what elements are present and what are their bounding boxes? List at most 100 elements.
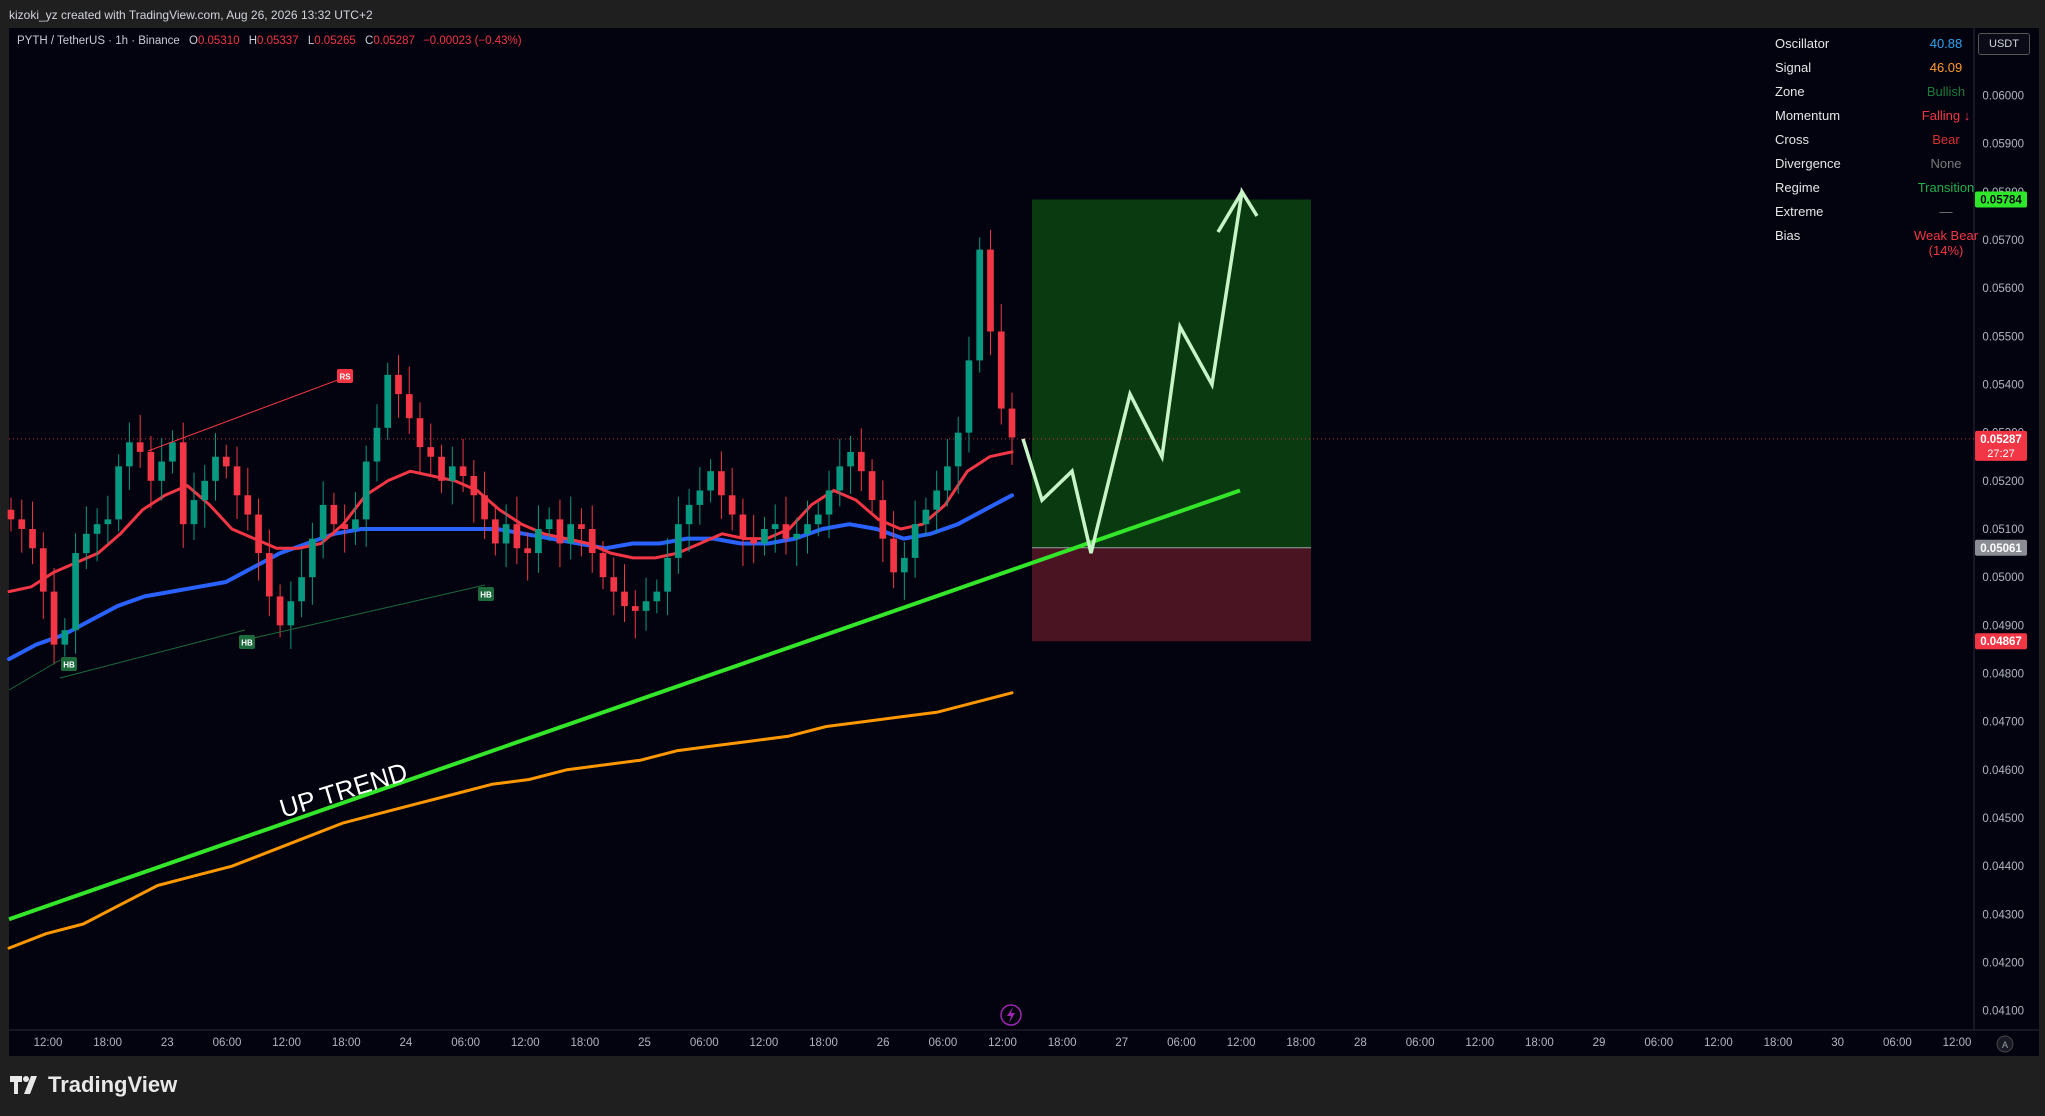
indicator-label: Divergence — [1775, 156, 1841, 171]
indicator-row: Oscillator 40.88 — [1772, 36, 1972, 60]
time-tick-label: 29 — [1593, 1037, 1606, 1049]
price-tick-label: 0.05000 — [1982, 572, 2024, 584]
candle-body — [190, 500, 198, 525]
candle-body — [987, 249, 994, 332]
indicator-label: Oscillator — [1775, 36, 1830, 51]
candle-body — [944, 466, 951, 491]
candle-body — [761, 529, 768, 544]
symbol-title: PYTH / TetherUS · 1h · Binance — [17, 35, 180, 47]
indicator-row: Regime Transition — [1772, 180, 1974, 204]
indicator-label: Zone — [1775, 84, 1805, 99]
price-tick-label: 0.04800 — [1982, 669, 2024, 681]
time-tick-label: 27 — [1115, 1037, 1128, 1049]
time-tick-label: 25 — [638, 1037, 651, 1049]
brand-name: TradingView — [48, 1072, 178, 1097]
candle-body — [890, 538, 897, 573]
time-tick-label: 18:00 — [809, 1037, 838, 1049]
indicator-row: Zone Bullish — [1772, 84, 1972, 108]
time-tick-label: 18:00 — [332, 1037, 361, 1049]
time-tick-label: 12:00 — [988, 1037, 1017, 1049]
candle-body — [642, 601, 650, 611]
time-tick-label: 28 — [1354, 1037, 1367, 1049]
candle-body — [470, 476, 478, 496]
time-tick-label: 12:00 — [1704, 1037, 1733, 1049]
last-price-tag-text: 0.05287 — [1980, 434, 2022, 446]
candle-body — [976, 249, 984, 361]
price-tick-label: 0.04100 — [1982, 1006, 2024, 1018]
candle-body — [685, 504, 693, 525]
time-tick-label: 18:00 — [1286, 1037, 1315, 1049]
indicator-value: Bullish — [1926, 84, 1966, 99]
indicator-value: None — [1930, 156, 1962, 171]
time-tick-label: 06:00 — [690, 1037, 719, 1049]
stop-price-tag-text: 0.04867 — [1980, 636, 2022, 648]
candle-body — [416, 418, 424, 448]
indicator-row: Momentum Falling ↓ — [1772, 108, 1972, 132]
time-tick-label: 12:00 — [1943, 1037, 1972, 1049]
candle-body — [664, 557, 671, 592]
candle-body — [309, 538, 316, 578]
indicator-row: Bias Weak Bear (14%) — [1772, 228, 1978, 258]
time-tick-label: 18:00 — [93, 1037, 122, 1049]
time-tick-label: 30 — [1831, 1037, 1844, 1049]
price-chart[interactable]: UP TRENDHBHBHBRS 0.061000.060000.059000.… — [0, 0, 2045, 1058]
indicator-value: 46.09 — [1929, 60, 1963, 75]
candle-body — [169, 442, 176, 462]
target-price-tag-text: 0.05784 — [1980, 194, 2022, 206]
currency-button[interactable]: USDT — [1978, 33, 2030, 55]
candle-body — [255, 514, 262, 554]
candle-body — [341, 524, 349, 529]
signal-marker-label: HB — [63, 661, 75, 670]
symbol-legend: PYTH / TetherUS · 1h · Binance O0.05310 … — [17, 35, 522, 47]
candle-body — [933, 490, 940, 510]
time-tick-label: 24 — [400, 1037, 413, 1049]
time-tick-label: 12:00 — [749, 1037, 778, 1049]
indicator-panel: Oscillator 40.88 Signal 46.09 Zone Bullish … — [1772, 36, 1978, 258]
price-tick-label: 0.05900 — [1982, 139, 2024, 151]
time-tick-label: 18:00 — [1764, 1037, 1793, 1049]
indicator-value: Bear — [1932, 132, 1960, 147]
candle-body — [39, 548, 47, 592]
candle-body — [535, 529, 542, 554]
auto-scale-label: A — [2002, 1040, 2008, 1050]
indicator-value: Weak Bear (14%) — [1913, 228, 1979, 258]
time-tick-label: 18:00 — [1048, 1037, 1077, 1049]
candle-body — [631, 606, 639, 611]
price-tick-label: 0.05500 — [1982, 331, 2024, 343]
candle-body — [793, 533, 801, 539]
price-tick-label: 0.05200 — [1982, 476, 2024, 488]
candle-body — [126, 442, 133, 467]
time-tick-label: 18:00 — [571, 1037, 600, 1049]
candle-body — [83, 533, 90, 554]
candle-body — [384, 374, 392, 428]
candle-body — [825, 490, 833, 515]
time-tick-label: 18:00 — [1525, 1037, 1554, 1049]
candle-body — [707, 471, 714, 491]
candle-body — [836, 466, 844, 491]
indicator-label: Cross — [1775, 132, 1809, 147]
time-tick-label: 06:00 — [451, 1037, 480, 1049]
candle-body — [233, 466, 241, 496]
candle-body — [7, 509, 15, 520]
candle-body — [158, 461, 166, 481]
price-tick-label: 0.05400 — [1982, 379, 2024, 391]
indicator-label: Bias — [1775, 228, 1801, 243]
price-tick-label: 0.05600 — [1982, 283, 2024, 295]
time-tick-label: 06:00 — [213, 1037, 242, 1049]
high-label: H — [248, 35, 258, 47]
indicator-value: — — [1939, 204, 1953, 219]
candle-body — [545, 519, 553, 529]
tradingview-logo[interactable]: TradingView — [10, 1072, 177, 1098]
signal-marker-label: HB — [241, 639, 253, 648]
indicator-row: Extreme — — [1772, 204, 1972, 228]
candle-body — [222, 456, 230, 467]
change-value: −0.00023 (−0.43%) — [423, 35, 522, 47]
candle-body — [502, 524, 510, 544]
candle-body — [29, 529, 36, 549]
loss-zone — [1032, 547, 1311, 642]
candle-body — [567, 524, 575, 544]
candle-body — [879, 500, 887, 539]
candle-body — [330, 504, 338, 525]
candle-body — [298, 577, 305, 602]
candle-body — [265, 553, 273, 597]
